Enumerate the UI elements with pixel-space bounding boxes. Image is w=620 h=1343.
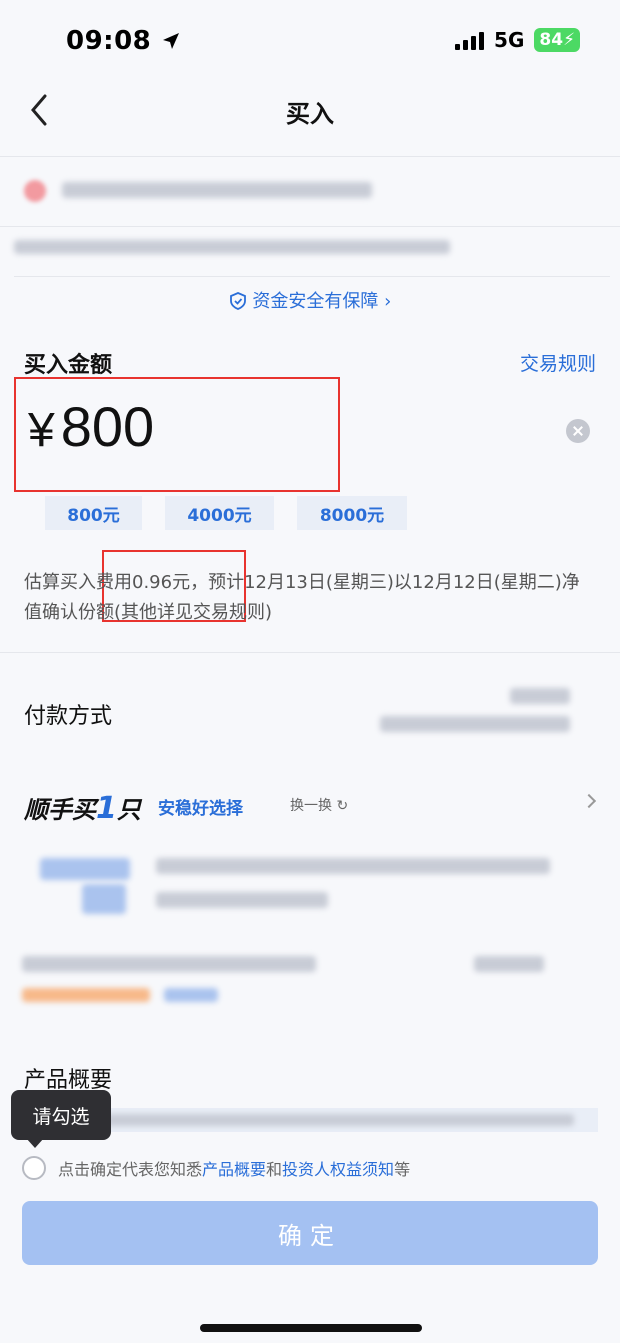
agreement-text: 点击确定代表您知悉产品概要和投资人权益须知等 [58, 1160, 411, 1179]
currency-symbol: ¥ [28, 404, 55, 457]
chevron-right-icon[interactable] [581, 793, 597, 809]
recommend-desc-blurred [156, 858, 550, 874]
battery-icon: 84 ⚡ [534, 28, 580, 52]
status-time: 09:08 [66, 26, 181, 56]
trade-rule-link[interactable]: 交易规则 [520, 349, 596, 376]
quick-amount-8000[interactable]: 8000元 [297, 496, 407, 530]
signal-icon [455, 30, 485, 50]
recommend-rate-blurred [474, 956, 544, 972]
divider [0, 652, 620, 653]
clear-icon[interactable] [566, 419, 590, 443]
fund-logo-icon [24, 180, 46, 202]
payment-method-label: 付款方式 [24, 704, 113, 729]
recommend-desc-blurred [156, 892, 328, 908]
amount-input[interactable]: ¥ 800 [28, 394, 154, 459]
divider [0, 226, 620, 227]
payment-desc-blurred [380, 716, 570, 732]
recommend-image-blurred [82, 884, 126, 914]
quick-amount-800[interactable]: 800元 [45, 496, 142, 530]
fund-desc-blurred [14, 240, 450, 254]
fund-name-blurred [62, 182, 372, 198]
recommend-badge-blurred [164, 988, 218, 1002]
recommend-badge-blurred [22, 988, 150, 1002]
product-overview-link[interactable]: 产品概要 [202, 1160, 266, 1179]
amount-value: 800 [60, 395, 155, 458]
divider [14, 276, 610, 277]
investor-rights-link[interactable]: 投资人权益须知 [282, 1160, 394, 1179]
recommend-fund-blurred[interactable] [22, 956, 316, 972]
recommend-title: 顺手买1只 [24, 791, 141, 826]
check-tooltip: 请勾选 [11, 1090, 111, 1140]
quick-amount-4000[interactable]: 4000元 [165, 496, 274, 530]
tooltip-arrow [26, 1138, 44, 1148]
recommend-image-blurred [40, 858, 130, 880]
overview-text-blurred [64, 1114, 574, 1126]
switch-button[interactable]: 换一换 ↻ [290, 795, 348, 815]
network-type: 5G [494, 28, 525, 52]
payment-name-blurred[interactable] [510, 688, 570, 704]
fee-estimate-text: 估算买入费用0.96元，预计12月13日(星期三)以12月12日(星期二)净值确… [24, 572, 580, 623]
location-arrow-icon [162, 33, 179, 49]
page-title: 买入 [286, 100, 334, 128]
status-indicators: 5G 84 ⚡ [455, 28, 580, 52]
home-indicator [200, 1324, 422, 1332]
confirm-button[interactable]: 确定 [22, 1201, 598, 1265]
recommend-tag: 安稳好选择 [158, 799, 243, 819]
agreement-checkbox[interactable] [22, 1156, 46, 1180]
divider [0, 156, 620, 157]
buy-amount-label: 买入金额 [24, 353, 113, 378]
shield-icon [229, 292, 246, 310]
safety-link[interactable]: 资金安全有保障 › [0, 287, 620, 313]
